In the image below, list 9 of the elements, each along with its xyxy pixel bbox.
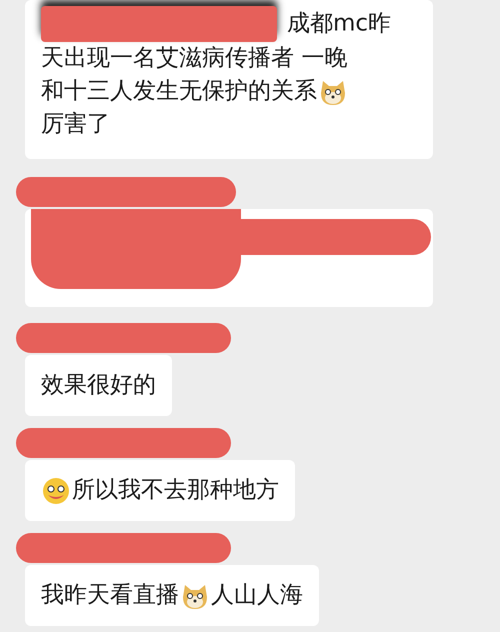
message-text: 成都mc昨 xyxy=(287,10,392,36)
message-text: 天出现一名艾滋病传播者 一晚 xyxy=(41,45,348,71)
message-text: 和十三人发生无保护的关系 xyxy=(41,78,317,104)
message-text: 人山人海 xyxy=(211,582,303,608)
face-emoji-icon xyxy=(41,476,71,506)
message-text: 厉害了 xyxy=(41,111,110,137)
message-text: 我昨天看直播 xyxy=(41,582,179,608)
message-text: 效果很好的 xyxy=(41,372,156,398)
message-text: 所以我不去那种地方 xyxy=(72,477,279,503)
